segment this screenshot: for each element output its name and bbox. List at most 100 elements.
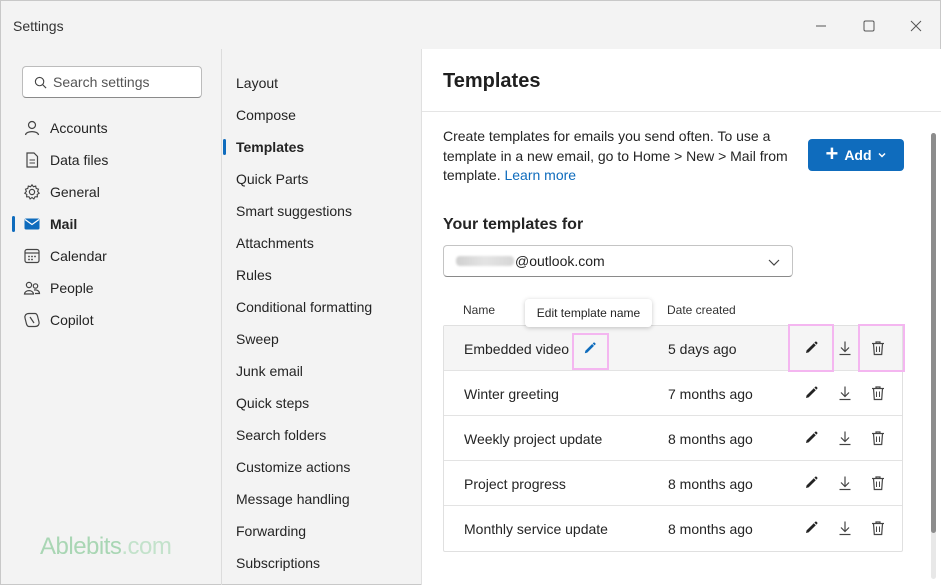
gear-icon (23, 183, 41, 201)
table-row[interactable]: Monthly service update 8 months ago (444, 506, 902, 551)
template-name: Weekly project update (464, 431, 603, 447)
nav-item-label: Mail (50, 216, 78, 232)
template-date: 8 months ago (668, 431, 753, 447)
document-icon (23, 151, 41, 169)
settings-window: Settings Accounts Data files General Mail Ca… (0, 0, 941, 585)
nav-item-label: Calendar (50, 248, 107, 264)
nav-item-mail[interactable]: Mail (11, 208, 211, 240)
submenu-item-templates[interactable]: Templates (222, 131, 421, 163)
minimize-button[interactable] (808, 13, 834, 39)
calendar-icon (23, 247, 41, 265)
submenu-item-customize-actions[interactable]: Customize actions (222, 451, 421, 483)
submenu-item-quick-steps[interactable]: Quick steps (222, 387, 421, 419)
submenu-item-sweep[interactable]: Sweep (222, 323, 421, 355)
nav-item-calendar[interactable]: Calendar (11, 240, 211, 272)
nav-item-accounts[interactable]: Accounts (11, 112, 211, 144)
table-row[interactable]: Weekly project update 8 months ago (444, 416, 902, 461)
download-template-button[interactable] (836, 339, 854, 357)
mail-submenu: Layout Compose Templates Quick Parts Smart s… (222, 49, 421, 585)
window-title: Settings (13, 18, 64, 34)
nav-item-data-files[interactable]: Data files (11, 144, 211, 176)
download-icon (837, 430, 853, 446)
add-template-button[interactable]: + Add (808, 139, 904, 171)
table-row[interactable]: Project progress 8 months ago (444, 461, 902, 506)
copilot-icon (23, 311, 41, 329)
search-icon (34, 76, 47, 88)
download-icon (837, 340, 853, 356)
submenu-item-forwarding[interactable]: Forwarding (222, 515, 421, 547)
submenu-item-message-handling[interactable]: Message handling (222, 483, 421, 515)
table-row[interactable]: Winter greeting 7 months ago (444, 371, 902, 416)
trash-icon (870, 475, 886, 491)
account-dropdown[interactable]: @outlook.com (443, 245, 793, 277)
submenu-item-smart-suggestions[interactable]: Smart suggestions (222, 195, 421, 227)
delete-template-button[interactable] (869, 474, 887, 492)
person-icon (23, 119, 41, 137)
submenu-item-layout[interactable]: Layout (222, 67, 421, 99)
submenu-item-quick-parts[interactable]: Quick Parts (222, 163, 421, 195)
table-row[interactable]: Embedded video 5 days ago (444, 326, 902, 371)
download-template-button[interactable] (836, 519, 854, 537)
download-icon (837, 520, 853, 536)
nav-item-label: Data files (50, 152, 109, 168)
close-icon (910, 20, 922, 32)
template-name: Winter greeting (464, 386, 559, 402)
download-template-button[interactable] (836, 429, 854, 447)
nav-item-label: Accounts (50, 120, 108, 136)
trash-icon (870, 520, 886, 536)
edit-template-button[interactable] (802, 339, 820, 357)
edit-template-button[interactable] (802, 429, 820, 447)
edit-template-button[interactable] (802, 474, 820, 492)
delete-template-button[interactable] (869, 429, 887, 447)
pencil-icon (803, 520, 819, 536)
delete-template-button[interactable] (869, 384, 887, 402)
maximize-icon (863, 20, 875, 32)
left-pane: Accounts Data files General Mail Calendar Peo… (1, 49, 221, 585)
scrollbar[interactable] (931, 133, 936, 579)
delete-template-button[interactable] (869, 519, 887, 537)
page-title: Templates (443, 70, 541, 92)
submenu-item-compose[interactable]: Compose (222, 99, 421, 131)
pencil-icon (803, 475, 819, 491)
templates-table: Embedded video 5 days ago Winter greeting 7… (443, 325, 903, 552)
submenu-item-conditional-formatting[interactable]: Conditional formatting (222, 291, 421, 323)
templates-panel: Templates Create templates for emails yo… (421, 49, 941, 585)
chevron-down-icon (878, 152, 886, 158)
trash-icon (870, 340, 886, 356)
column-header-date[interactable]: Date created (667, 303, 736, 317)
template-name: Monthly service update (464, 521, 608, 537)
template-date: 8 months ago (668, 476, 753, 492)
redacted-username (456, 256, 514, 266)
delete-template-button[interactable] (869, 339, 887, 357)
trash-icon (870, 430, 886, 446)
submenu-item-attachments[interactable]: Attachments (222, 227, 421, 259)
download-template-button[interactable] (836, 474, 854, 492)
search-box[interactable] (22, 66, 202, 98)
chevron-down-icon (768, 259, 780, 266)
nav-item-copilot[interactable]: Copilot (11, 304, 211, 336)
nav-item-people[interactable]: People (11, 272, 211, 304)
minimize-icon (816, 25, 826, 27)
nav-item-label: People (50, 280, 94, 296)
edit-template-button[interactable] (802, 519, 820, 537)
submenu-item-search-folders[interactable]: Search folders (222, 419, 421, 451)
mail-icon (23, 215, 41, 233)
panel-header: Templates (422, 49, 941, 112)
search-input[interactable] (53, 74, 183, 90)
scrollbar-thumb[interactable] (931, 133, 936, 533)
column-header-name[interactable]: Name (463, 303, 495, 317)
pencil-icon (803, 430, 819, 446)
people-icon (23, 279, 41, 297)
template-name: Project progress (464, 476, 566, 492)
maximize-button[interactable] (856, 13, 882, 39)
submenu-item-junk-email[interactable]: Junk email (222, 355, 421, 387)
download-template-button[interactable] (836, 384, 854, 402)
close-button[interactable] (903, 13, 929, 39)
submenu-item-rules[interactable]: Rules (222, 259, 421, 291)
learn-more-link[interactable]: Learn more (504, 167, 576, 183)
edit-template-button[interactable] (802, 384, 820, 402)
submenu-item-subscriptions[interactable]: Subscriptions (222, 547, 421, 579)
rename-template-button[interactable] (580, 339, 598, 357)
nav-item-general[interactable]: General (11, 176, 211, 208)
nav-item-label: General (50, 184, 100, 200)
